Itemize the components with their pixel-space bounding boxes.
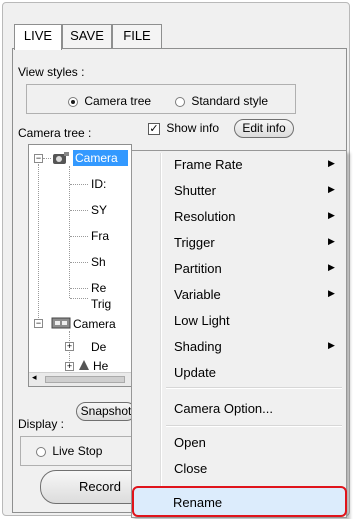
tab-file[interactable]: FILE [112, 24, 162, 48]
tree-node-camera-2[interactable]: Camera [73, 317, 116, 331]
view-styles-label: View styles : [18, 65, 85, 79]
submenu-arrow-icon: ▶ [328, 211, 335, 221]
menu-item-variable[interactable]: Variable [174, 287, 221, 302]
tree-node-sy[interactable]: SY [91, 203, 107, 217]
submenu-arrow-icon: ▶ [328, 263, 335, 273]
submenu-arrow-icon: ▶ [328, 289, 335, 299]
checkmark-icon: ✓ [148, 121, 160, 135]
collapse-icon[interactable]: − [34, 154, 43, 163]
tree-line [70, 184, 88, 185]
tree-line [70, 288, 88, 289]
submenu-arrow-icon: ▶ [328, 159, 335, 169]
submenu-arrow-icon: ▶ [328, 341, 335, 351]
edit-info-button[interactable]: Edit info [234, 119, 294, 138]
rename-highlight [132, 486, 347, 517]
scroll-left-icon[interactable]: ◂ [32, 373, 37, 383]
tree-node-shutter[interactable]: Sh [91, 255, 106, 269]
expand-icon[interactable]: + [65, 342, 74, 351]
tree-node-id[interactable]: ID: [91, 177, 106, 191]
menu-item-close[interactable]: Close [174, 461, 207, 476]
scroll-thumb[interactable] [45, 376, 125, 383]
tree-node-he[interactable]: He [93, 359, 108, 373]
tree-line [69, 166, 70, 298]
menu-item-camera-option[interactable]: Camera Option... [174, 401, 273, 416]
expand-icon[interactable]: + [65, 362, 74, 371]
radio-live-stop[interactable]: Live Stop [36, 444, 102, 458]
tab-save[interactable]: SAVE [62, 24, 112, 48]
tree-line [70, 236, 88, 237]
menu-item-low-light[interactable]: Low Light [174, 313, 230, 328]
menu-item-update[interactable]: Update [174, 365, 216, 380]
menu-gutter [160, 153, 162, 515]
display-label: Display : [18, 417, 65, 431]
tree-line [70, 262, 88, 263]
tree-node-resolution[interactable]: Re [91, 281, 106, 295]
radio-camera-tree[interactable]: Camera tree [68, 94, 151, 108]
tab-live[interactable]: LIVE [14, 24, 62, 50]
radio-button-icon [68, 96, 78, 107]
collapse-icon[interactable]: − [34, 319, 43, 328]
menu-separator [166, 387, 342, 389]
submenu-arrow-icon: ▶ [328, 237, 335, 247]
live-stop-label: Live Stop [52, 444, 103, 458]
menu-item-shading[interactable]: Shading [174, 339, 222, 354]
tree-line [43, 158, 51, 159]
device-icon [79, 360, 89, 370]
camera-tree-label: Camera tree : [18, 126, 92, 140]
horizontal-scrollbar[interactable]: ◂ [29, 372, 131, 386]
radio-button-icon [36, 446, 46, 457]
menu-item-open[interactable]: Open [174, 435, 206, 450]
menu-separator [166, 425, 342, 427]
show-info-checkbox[interactable]: ✓ Show info [148, 121, 219, 135]
menu-item-shutter[interactable]: Shutter [174, 183, 216, 198]
menu-item-rename[interactable]: Rename [173, 495, 222, 510]
show-info-label: Show info [166, 121, 220, 135]
tree-node-device[interactable]: De [91, 340, 106, 354]
tree-line [38, 164, 39, 322]
radio-camera-tree-label: Camera tree [84, 94, 152, 108]
menu-item-resolution[interactable]: Resolution [174, 209, 235, 224]
camera-tree-view[interactable]: − Camera ID: SY Fra Sh Re Trig − Camera … [28, 144, 132, 387]
menu-item-frame-rate[interactable]: Frame Rate [174, 157, 243, 172]
radio-standard-style-label: Standard style [191, 94, 269, 108]
snapshot-button[interactable]: Snapshot [76, 402, 136, 421]
camera-icon [53, 152, 69, 164]
tree-node-camera-1[interactable]: Camera [73, 150, 128, 166]
radio-standard-style[interactable]: Standard style [175, 94, 268, 108]
radio-button-icon [175, 96, 185, 107]
camera-box-icon [51, 317, 71, 329]
tree-line [70, 210, 88, 211]
menu-item-trigger[interactable]: Trigger [174, 235, 215, 250]
submenu-arrow-icon: ▶ [328, 185, 335, 195]
tree-node-trigger[interactable]: Trig [91, 297, 111, 311]
context-menu: Frame Rate ▶ Shutter ▶ Resolution ▶ Trig… [131, 150, 347, 518]
tree-line [70, 298, 88, 299]
menu-item-partition[interactable]: Partition [174, 261, 222, 276]
tree-node-frame[interactable]: Fra [91, 229, 109, 243]
